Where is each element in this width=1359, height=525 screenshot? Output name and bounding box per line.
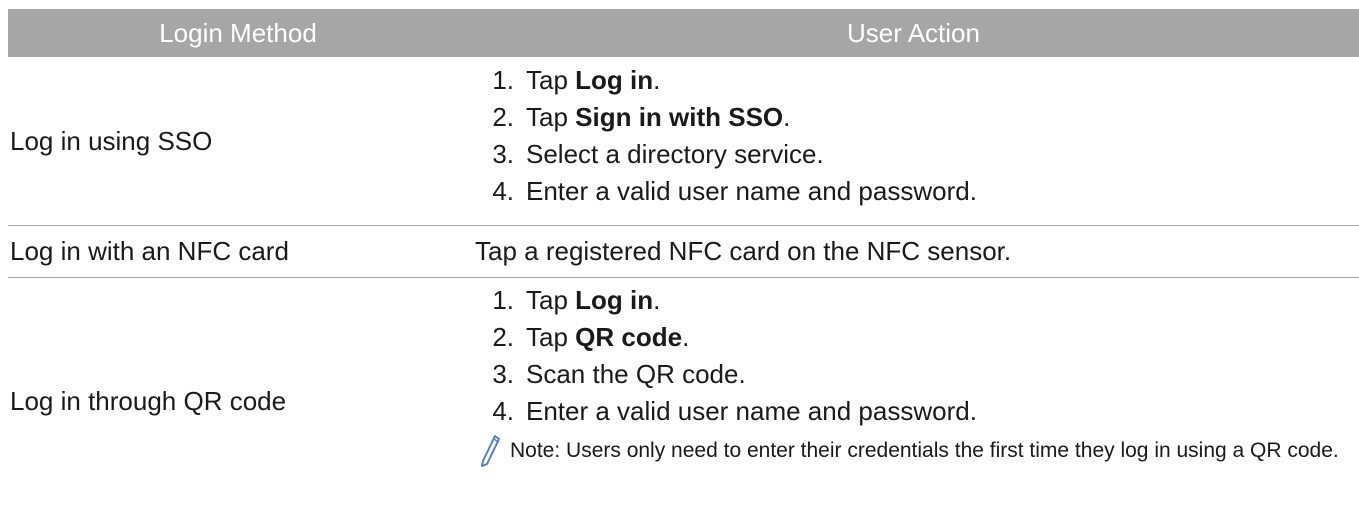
header-user-action: User Action (847, 17, 980, 48)
header-login-method: Login Method (159, 17, 317, 48)
action-cell: Tap a registered NFC card on the NFC sen… (475, 236, 1012, 266)
step-number: 4. (492, 396, 514, 426)
method-cell: Log in through QR code (10, 386, 287, 416)
step-text: Tap Log in. (526, 285, 661, 315)
step-text: Tap QR code. (526, 322, 690, 352)
table-row-nfc: Log in with an NFC card Tap a registered… (8, 226, 1359, 278)
step-text: Scan the QR code. (526, 359, 746, 389)
step-number: 3. (492, 359, 514, 389)
step-item: 3. Scan the QR code. (468, 356, 1359, 393)
step-item: 2. Tap QR code. (468, 319, 1359, 356)
step-number: 4. (492, 176, 514, 206)
step-item: 2. Tap Sign in with SSO. (468, 99, 1359, 136)
step-number: 1. (492, 65, 514, 95)
step-item: 4. Enter a valid user name and password. (468, 173, 1359, 210)
note: Note: Users only need to enter their cre… (470, 434, 1359, 468)
ui-term: QR code (575, 322, 683, 352)
ui-term: Log in (575, 65, 654, 95)
step-text: Enter a valid user name and password. (526, 176, 977, 206)
steps-list: 1. Tap Log in. 2. Tap Sign in with SSO. … (468, 62, 1359, 210)
step-text: Select a directory service. (526, 139, 824, 169)
step-item: 1. Tap Log in. (468, 62, 1359, 99)
table-row-sso: Log in using SSO 1. Tap Log in. 2. Tap S… (8, 57, 1359, 226)
ui-term: Sign in with SSO (575, 102, 784, 132)
login-methods-table: Login Method User Action Log in using SS… (8, 9, 1359, 525)
note-text: Note: Users only need to enter their cre… (510, 439, 1339, 462)
steps-list: 1. Tap Log in. 2. Tap QR code. 3. Scan t… (468, 282, 1359, 430)
step-number: 1. (492, 285, 514, 315)
action-cell: 1. Tap Log in. 2. Tap Sign in with SSO. … (468, 57, 1359, 225)
step-item: 3. Select a directory service. (468, 136, 1359, 173)
step-text: Enter a valid user name and password. (526, 396, 977, 426)
table-header: Login Method User Action (8, 9, 1359, 57)
step-item: 4. Enter a valid user name and password. (468, 393, 1359, 430)
step-text: Tap Sign in with SSO. (526, 102, 791, 132)
method-cell: Log in using SSO (10, 125, 213, 156)
step-item: 1. Tap Log in. (468, 282, 1359, 319)
pencil-icon (470, 434, 510, 468)
action-cell: 1. Tap Log in. 2. Tap QR code. 3. Scan t… (468, 278, 1359, 525)
step-number: 2. (492, 102, 514, 132)
step-number: 2. (492, 322, 514, 352)
method-cell: Log in with an NFC card (10, 236, 289, 266)
step-number: 3. (492, 139, 514, 169)
ui-term: Log in (575, 285, 654, 315)
table-row-qr: Log in through QR code 1. Tap Log in. 2.… (8, 278, 1359, 525)
step-text: Tap Log in. (526, 65, 661, 95)
